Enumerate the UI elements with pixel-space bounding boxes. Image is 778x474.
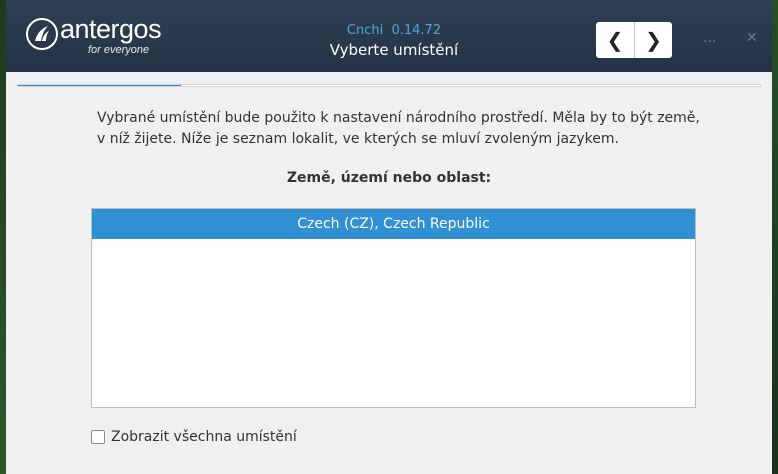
logo-wordmark: antergos xyxy=(60,14,162,44)
page-title: Vyberte umístění xyxy=(329,41,459,59)
back-button[interactable]: ❮ xyxy=(596,22,634,58)
navigation-buttons: ❮ ❯ xyxy=(596,22,672,58)
show-all-locations-option[interactable]: Zobrazit všechna umístění xyxy=(91,429,297,445)
location-list-heading: Země, území nebo oblast: xyxy=(286,170,492,186)
show-all-label: Zobrazit všechna umístění xyxy=(111,429,297,445)
location-list[interactable]: Czech (CZ), Czech Republic xyxy=(91,208,696,408)
chevron-left-icon: ❮ xyxy=(606,28,624,52)
progress-fill xyxy=(18,85,182,86)
list-item-label: Czech (CZ), Czech Republic xyxy=(297,216,490,232)
minimize-icon: ... xyxy=(703,30,717,46)
minimize-button[interactable]: ... xyxy=(703,30,716,46)
location-description: Vybrané umístění bude použito k nastaven… xyxy=(97,110,700,147)
title-bar: antergos for everyone Cnchi 0.14.72 Vybe… xyxy=(6,0,772,72)
antergos-logo: antergos for everyone xyxy=(26,14,176,60)
logo-tagline: for everyone xyxy=(88,44,150,56)
installer-window: antergos for everyone Cnchi 0.14.72 Vybe… xyxy=(6,0,772,474)
antergos-logo-icon xyxy=(26,18,58,50)
app-name: Cnchi 0.14.72 xyxy=(346,23,442,38)
show-all-checkbox[interactable] xyxy=(91,430,105,444)
title-block: Cnchi 0.14.72 Vyberte umístění xyxy=(256,22,532,60)
close-icon: ✕ xyxy=(746,30,758,46)
chevron-right-icon: ❯ xyxy=(645,28,662,52)
list-item[interactable]: Czech (CZ), Czech Republic xyxy=(92,209,695,239)
install-progress-bar xyxy=(17,84,761,87)
forward-button[interactable]: ❯ xyxy=(634,22,672,58)
close-button[interactable]: ✕ xyxy=(746,30,758,46)
